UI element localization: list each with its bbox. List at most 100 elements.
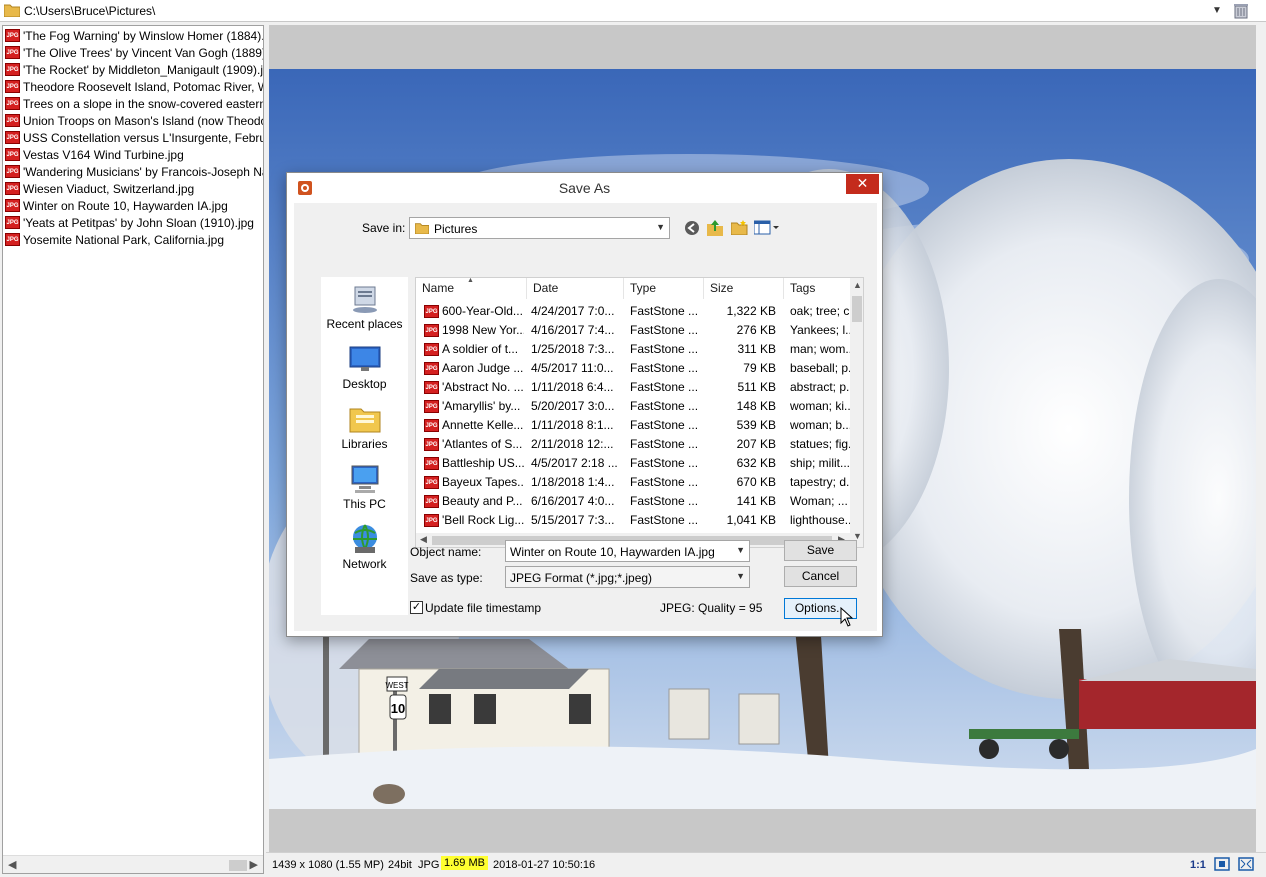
place-desktop[interactable]: Desktop: [321, 343, 408, 391]
scroll-right-icon[interactable]: ▶: [250, 858, 258, 871]
list-item[interactable]: JPG 'The Fog Warning' by Winslow Homer (1…: [5, 28, 264, 45]
save-as-dialog[interactable]: Save As ✕ Save in: Pictures ▼ Recent pla…: [286, 172, 883, 637]
new-folder-icon[interactable]: [731, 220, 748, 235]
cell-date: 1/25/2018 7:3...: [531, 342, 615, 356]
table-row[interactable]: JPG Bayeux Tapes... 1/18/2018 1:4... FastSt…: [416, 473, 850, 492]
file-list-view[interactable]: Name Date Type Size Tags ▲ JPG 600-Year-O…: [415, 277, 864, 548]
list-item[interactable]: JPG 'The Olive Trees' by Vincent Van Gogh…: [5, 45, 263, 62]
cell-type: FastStone ...: [630, 456, 699, 470]
list-item[interactable]: JPG Trees on a slope in the snow-covered …: [5, 96, 263, 113]
save-in-select[interactable]: Pictures ▼: [409, 217, 670, 239]
column-tags[interactable]: Tags: [784, 278, 850, 299]
place-network[interactable]: Network: [321, 523, 408, 571]
recent-places-icon: [352, 286, 377, 313]
cell-name: Annette Kelle...: [442, 418, 524, 432]
up-folder-icon[interactable]: [707, 219, 723, 236]
list-item[interactable]: JPG USS Constellation versus L'Insurgente…: [5, 130, 264, 147]
cell-name: 1998 New Yor...: [442, 323, 524, 337]
trash-icon[interactable]: [1233, 2, 1249, 19]
scroll-thumb[interactable]: [852, 296, 862, 322]
chevron-down-icon[interactable]: ▼: [1212, 5, 1222, 16]
file-name: 'The Fog Warning' by Winslow Homer (1884…: [23, 28, 264, 43]
column-size[interactable]: Size: [704, 278, 784, 299]
jpg-file-icon: JPG: [5, 46, 20, 60]
table-row[interactable]: JPG 'Amaryllis' by... 5/20/2017 3:0... Fast…: [416, 397, 850, 416]
jpg-file-icon: JPG: [5, 182, 20, 196]
scroll-left-icon[interactable]: ◀: [420, 534, 427, 545]
cell-tags: woman; ki...: [790, 399, 850, 413]
jpg-file-icon: JPG: [424, 495, 439, 508]
jpg-file-icon: JPG: [5, 199, 20, 213]
save-type-select[interactable]: JPEG Format (*.jpg;*.jpeg) ▼: [505, 566, 750, 588]
cell-type: FastStone ...: [630, 323, 699, 337]
file-name: USS Constellation versus L'Insurgente, F…: [23, 130, 264, 145]
list-item[interactable]: JPG 'Yeats at Petitpas' by John Sloan (19…: [5, 215, 254, 232]
fullscreen-icon[interactable]: [1238, 857, 1254, 871]
scroll-up-icon[interactable]: ▲: [853, 280, 862, 290]
table-row[interactable]: JPG Aaron Judge ... 4/5/2017 11:0... FastSt…: [416, 359, 850, 378]
place-label: Recent places: [326, 317, 403, 331]
file-list[interactable]: JPG 'The Fog Warning' by Winslow Homer (1…: [2, 25, 264, 874]
table-row[interactable]: JPG Battleship US... 4/5/2017 2:18 ... Fast…: [416, 454, 850, 473]
save-type-label: Save as type:: [410, 571, 483, 585]
table-row[interactable]: JPG Beauty and P... 6/16/2017 4:0... FastSt…: [416, 492, 850, 511]
folder-icon: [4, 4, 20, 17]
cell-name: Beauty and P...: [442, 494, 523, 508]
cancel-button[interactable]: Cancel: [784, 566, 857, 587]
status-bitdepth: 24bit: [388, 859, 412, 871]
dialog-title-bar[interactable]: Save As ✕: [287, 173, 882, 203]
cell-date: 2/11/2018 12:...: [531, 437, 614, 451]
list-item[interactable]: JPG 'Wandering Musicians' by Francois-Jos…: [5, 164, 263, 181]
object-name-value: Winter on Route 10, Haywarden IA.jpg: [510, 545, 715, 559]
cell-date: 1/11/2018 6:4...: [531, 380, 614, 394]
place-libraries[interactable]: Libraries: [321, 403, 408, 451]
fit-window-icon[interactable]: [1214, 857, 1230, 871]
cell-size: 311 KB: [737, 342, 776, 356]
table-row[interactable]: JPG A soldier of t... 1/25/2018 7:3... Fast…: [416, 340, 850, 359]
cell-date: 4/5/2017 2:18 ...: [531, 456, 618, 470]
status-datetime: 2018-01-27 10:50:16: [493, 859, 596, 871]
place-recent[interactable]: Recent places: [321, 283, 408, 331]
table-row[interactable]: JPG 'Bell Rock Lig... 5/15/2017 7:3... Fast…: [416, 511, 850, 530]
list-item[interactable]: JPG Yosemite National Park, California.jp…: [5, 232, 224, 249]
save-button[interactable]: Save: [784, 540, 857, 561]
list-item[interactable]: JPG Union Troops on Mason's Island (now T…: [5, 113, 263, 130]
horizontal-scrollbar[interactable]: ◀ ▶: [3, 855, 263, 873]
column-date[interactable]: Date: [527, 278, 624, 299]
table-row[interactable]: JPG 'Abstract No. ... 1/11/2018 6:4... Fast…: [416, 378, 850, 397]
object-name-input[interactable]: Winter on Route 10, Haywarden IA.jpg ▼: [505, 540, 750, 562]
cell-date: 5/15/2017 7:3...: [531, 513, 615, 527]
scroll-left-icon[interactable]: ◀: [8, 858, 16, 871]
column-type[interactable]: Type: [624, 278, 704, 299]
list-item[interactable]: JPG Winter on Route 10, Haywarden IA.jpg: [5, 198, 228, 215]
cell-size: 511 KB: [737, 380, 776, 394]
place-this-pc[interactable]: This PC: [321, 463, 408, 511]
view-menu-icon[interactable]: [754, 220, 780, 235]
desktop-icon: [349, 346, 380, 371]
list-item[interactable]: JPG Wiesen Viaduct, Switzerland.jpg: [5, 181, 194, 198]
file-name: Theodore Roosevelt Island, Potomac River…: [23, 79, 264, 94]
jpg-file-icon: JPG: [424, 400, 439, 413]
scroll-thumb[interactable]: [229, 860, 247, 871]
table-row[interactable]: JPG 600-Year-Old... 4/24/2017 7:0... FastSt…: [416, 302, 850, 321]
zoom-ratio[interactable]: 1:1: [1190, 859, 1206, 871]
table-row[interactable]: JPG Annette Kelle... 1/11/2018 8:1... FastS…: [416, 416, 850, 435]
jpg-file-icon: JPG: [5, 97, 20, 111]
cell-name: 'Amaryllis' by...: [442, 399, 521, 413]
timestamp-checkbox[interactable]: ✓: [410, 601, 423, 614]
vertical-scrollbar[interactable]: ▲ ▼: [850, 278, 863, 547]
cell-name: Bayeux Tapes...: [442, 475, 524, 489]
path-bar[interactable]: C:\Users\Bruce\Pictures\ ▼: [0, 0, 1266, 22]
dialog-body: Save in: Pictures ▼ Recent places Deskto…: [294, 203, 877, 631]
table-row[interactable]: JPG 1998 New Yor... 4/16/2017 7:4... FastSt…: [416, 321, 850, 340]
mouse-cursor-icon: [840, 607, 854, 627]
list-item[interactable]: JPG Vestas V164 Wind Turbine.jpg: [5, 147, 184, 164]
table-row[interactable]: JPG 'Atlantes of S... 2/11/2018 12:... Fast…: [416, 435, 850, 454]
cell-tags: Yankees; l...: [790, 323, 850, 337]
cell-tags: ship; milit...: [790, 456, 850, 470]
list-item[interactable]: JPG Theodore Roosevelt Island, Potomac Ri…: [5, 79, 264, 96]
back-icon[interactable]: [684, 220, 700, 236]
list-item[interactable]: JPG 'The Rocket' by Middleton_Manigault (…: [5, 62, 263, 79]
chevron-down-icon[interactable]: ▼: [736, 545, 745, 555]
close-button[interactable]: ✕: [846, 174, 879, 194]
